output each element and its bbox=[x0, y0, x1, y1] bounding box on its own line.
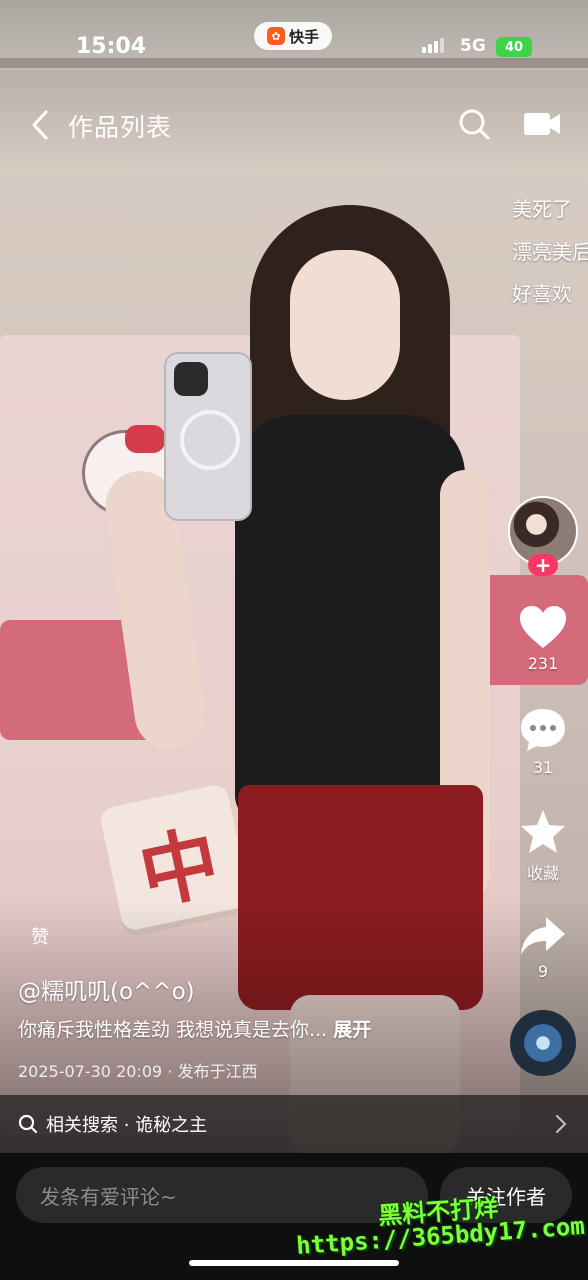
signal-icon bbox=[422, 38, 444, 53]
kuaishou-logo-icon: ✿ bbox=[266, 27, 285, 45]
heart-icon bbox=[520, 606, 566, 648]
comment-count: 31 bbox=[532, 758, 554, 777]
page-title: 作品列表 bbox=[68, 113, 173, 142]
expand-link[interactable]: 展开 bbox=[333, 1019, 371, 1041]
search-icon bbox=[18, 1114, 38, 1134]
back-button[interactable] bbox=[26, 108, 56, 142]
like-button[interactable]: 231 bbox=[510, 604, 576, 673]
hello-kitty-bow bbox=[125, 425, 165, 453]
app-pill[interactable]: ✿ 快手 bbox=[254, 22, 332, 50]
caption: 你痛斥我性格差劲 我想说真是去你... 展开 bbox=[18, 1015, 371, 1042]
video-camera-icon bbox=[524, 113, 560, 135]
follow-plus-button[interactable]: + bbox=[528, 554, 558, 576]
music-disc-button[interactable] bbox=[510, 1010, 576, 1076]
app-pill-label: 快手 bbox=[288, 27, 319, 46]
share-count: 9 bbox=[537, 962, 549, 981]
camera-button[interactable] bbox=[522, 110, 562, 138]
home-indicator[interactable] bbox=[189, 1260, 399, 1266]
person-face bbox=[290, 250, 400, 400]
danmaku-comment: 好喜欢 bbox=[512, 282, 572, 306]
search-button[interactable] bbox=[456, 106, 492, 142]
chevron-left-icon bbox=[32, 110, 48, 140]
share-arrow-icon bbox=[521, 917, 565, 955]
person-top bbox=[235, 415, 465, 825]
collect-button[interactable]: 收藏 bbox=[510, 808, 576, 884]
badge: 赞 bbox=[31, 927, 49, 948]
like-count: 231 bbox=[527, 654, 559, 673]
related-search-bar[interactable]: 相关搜索 · 诡秘之主 bbox=[0, 1095, 588, 1153]
network-type: 5G bbox=[460, 36, 486, 56]
post-meta: 2025-07-30 20:09 · 发布于江西 bbox=[18, 1062, 258, 1081]
caption-text: 你痛斥我性格差劲 我想说真是去你... bbox=[18, 1019, 328, 1041]
author-name[interactable]: @糯叽叽(o^^o) bbox=[18, 972, 195, 1006]
status-time: 15:04 bbox=[76, 34, 147, 59]
collect-label: 收藏 bbox=[526, 864, 559, 883]
comment-button[interactable]: 31 bbox=[510, 706, 576, 777]
author-avatar-button[interactable]: + bbox=[508, 496, 578, 576]
battery-icon: 40 bbox=[496, 37, 532, 57]
danmaku-comment: 美死了 bbox=[512, 197, 572, 221]
share-button[interactable]: 9 bbox=[510, 914, 576, 981]
related-search-label: 相关搜索 · 诡秘之主 bbox=[46, 1115, 208, 1136]
phone-in-hand bbox=[164, 352, 252, 521]
comment-input[interactable]: 发条有爱评论~ bbox=[16, 1167, 428, 1223]
search-icon bbox=[459, 109, 490, 140]
comment-bubble-icon bbox=[521, 709, 565, 751]
danmaku-comment: 漂亮美后 bbox=[512, 240, 588, 264]
star-icon bbox=[521, 810, 565, 853]
chevron-right-icon bbox=[555, 1114, 567, 1134]
